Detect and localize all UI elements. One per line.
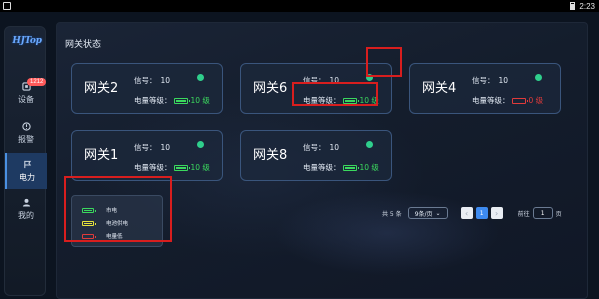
signal-info: 信号： 10 (134, 142, 170, 153)
logo-text: HJTop (12, 36, 42, 46)
pagination: 共 5 条 9条/页 ⌄ ‹ 1 › 前往 1 页 (382, 206, 562, 220)
power-label: 电量等级： (303, 163, 341, 172)
power-level: 电量等级： 10 级 (134, 162, 210, 173)
power-level: 电量等级： 10 级 (134, 95, 210, 106)
power-level-value: 10 级 (190, 163, 210, 172)
status-dot (535, 74, 542, 81)
power-level-value: 10 级 (190, 96, 210, 105)
page-size-value: 9条/页 (414, 210, 433, 218)
signal-label: 信号： (303, 143, 326, 152)
status-bar: 2:23 (0, 0, 599, 12)
page-size-select[interactable]: 9条/页 ⌄ (407, 207, 448, 219)
signal-info: 信号： 10 (472, 75, 508, 86)
signal-label: 信号： (134, 76, 157, 85)
page-title: 网关状态 (65, 40, 102, 50)
gateway-name: 网关2 (84, 81, 119, 96)
sidebar-item-label: 我的 (18, 210, 34, 220)
chevron-down-icon: ⌄ (435, 209, 441, 217)
sidebar-item-label: 报警 (18, 134, 34, 144)
status-time: 2:23 (579, 1, 595, 11)
status-dot (197, 74, 204, 81)
highlight-box-power-level (292, 82, 378, 106)
power-icon (23, 160, 31, 168)
notification-badge: 1212 (27, 78, 47, 86)
gateway-card[interactable]: 网关4 信号： 10 电量等级： 0 级 (409, 63, 561, 114)
power-level: 电量等级： 10 级 (303, 162, 379, 173)
page-number-button[interactable]: 1 (475, 207, 488, 219)
alarm-icon (21, 121, 31, 131)
power-level: 电量等级： 0 级 (472, 95, 543, 106)
goto-prefix: 前往 (517, 210, 530, 218)
sidebar-item-power[interactable]: 电力 (5, 153, 47, 189)
power-label: 电量等级： (472, 96, 510, 105)
chevron-left-icon: ‹ (465, 208, 469, 218)
prev-page-button[interactable]: ‹ (460, 207, 473, 219)
battery-low-icon (511, 97, 528, 104)
highlight-box-status-dot (366, 47, 402, 77)
total-count: 共 5 条 (382, 210, 402, 218)
status-dot (366, 141, 373, 148)
chevron-right-icon: › (495, 208, 499, 218)
gateway-card[interactable]: 网关1 信号： 10 电量等级： 10 级 (71, 130, 223, 181)
battery-full-icon (173, 97, 190, 104)
status-dot (197, 141, 204, 148)
gateway-name: 网关6 (253, 81, 288, 96)
highlight-box-legend (64, 176, 172, 242)
sidebar-item-alarm[interactable]: 报警 (5, 115, 47, 151)
sidebar: HJTop 设备 1212 报警 电力 我的 (4, 26, 47, 296)
sidebar-item-device[interactable]: 设备 1212 (5, 75, 47, 111)
gateway-card[interactable]: 网关8 信号： 10 电量等级： 10 级 (240, 130, 392, 181)
app: HJTop 设备 1212 报警 电力 我的 网关状态 网关2 信号： 10 电量… (0, 12, 599, 299)
goto-page: 前往 1 页 (518, 207, 562, 219)
gateway-name: 网关4 (422, 81, 457, 96)
battery-full-icon (342, 164, 359, 171)
signal-value: 10 (160, 76, 171, 85)
sidebar-item-mine[interactable]: 我的 (5, 191, 47, 227)
logo: HJTop (9, 27, 45, 55)
gateway-card[interactable]: 网关2 信号： 10 电量等级： 10 级 (71, 63, 223, 114)
power-label: 电量等级： (134, 96, 172, 105)
next-page-button[interactable]: › (490, 207, 503, 219)
sidebar-item-label: 电力 (19, 172, 35, 182)
signal-value: 10 (160, 143, 171, 152)
goto-suffix: 页 (555, 210, 562, 218)
signal-info: 信号： 10 (303, 142, 339, 153)
signal-info: 信号： 10 (134, 75, 170, 86)
main-panel: 网关状态 网关2 信号： 10 电量等级： 10 级 网关6 信号： 10 电量等级：… (56, 22, 588, 299)
signal-value: 10 (329, 143, 340, 152)
notification-icon (3, 2, 11, 10)
battery-full-icon (173, 164, 190, 171)
power-label: 电量等级： (134, 163, 172, 172)
signal-value: 10 (498, 76, 509, 85)
signal-label: 信号： (472, 76, 495, 85)
gateway-name: 网关8 (253, 148, 288, 163)
user-icon (22, 198, 30, 207)
battery-icon (570, 2, 576, 10)
goto-page-input[interactable]: 1 (532, 207, 553, 219)
signal-label: 信号： (134, 143, 157, 152)
power-level-value: 0 级 (528, 96, 544, 105)
gateway-name: 网关1 (84, 148, 119, 163)
sidebar-item-label: 设备 (18, 94, 34, 104)
power-level-value: 10 级 (359, 163, 379, 172)
